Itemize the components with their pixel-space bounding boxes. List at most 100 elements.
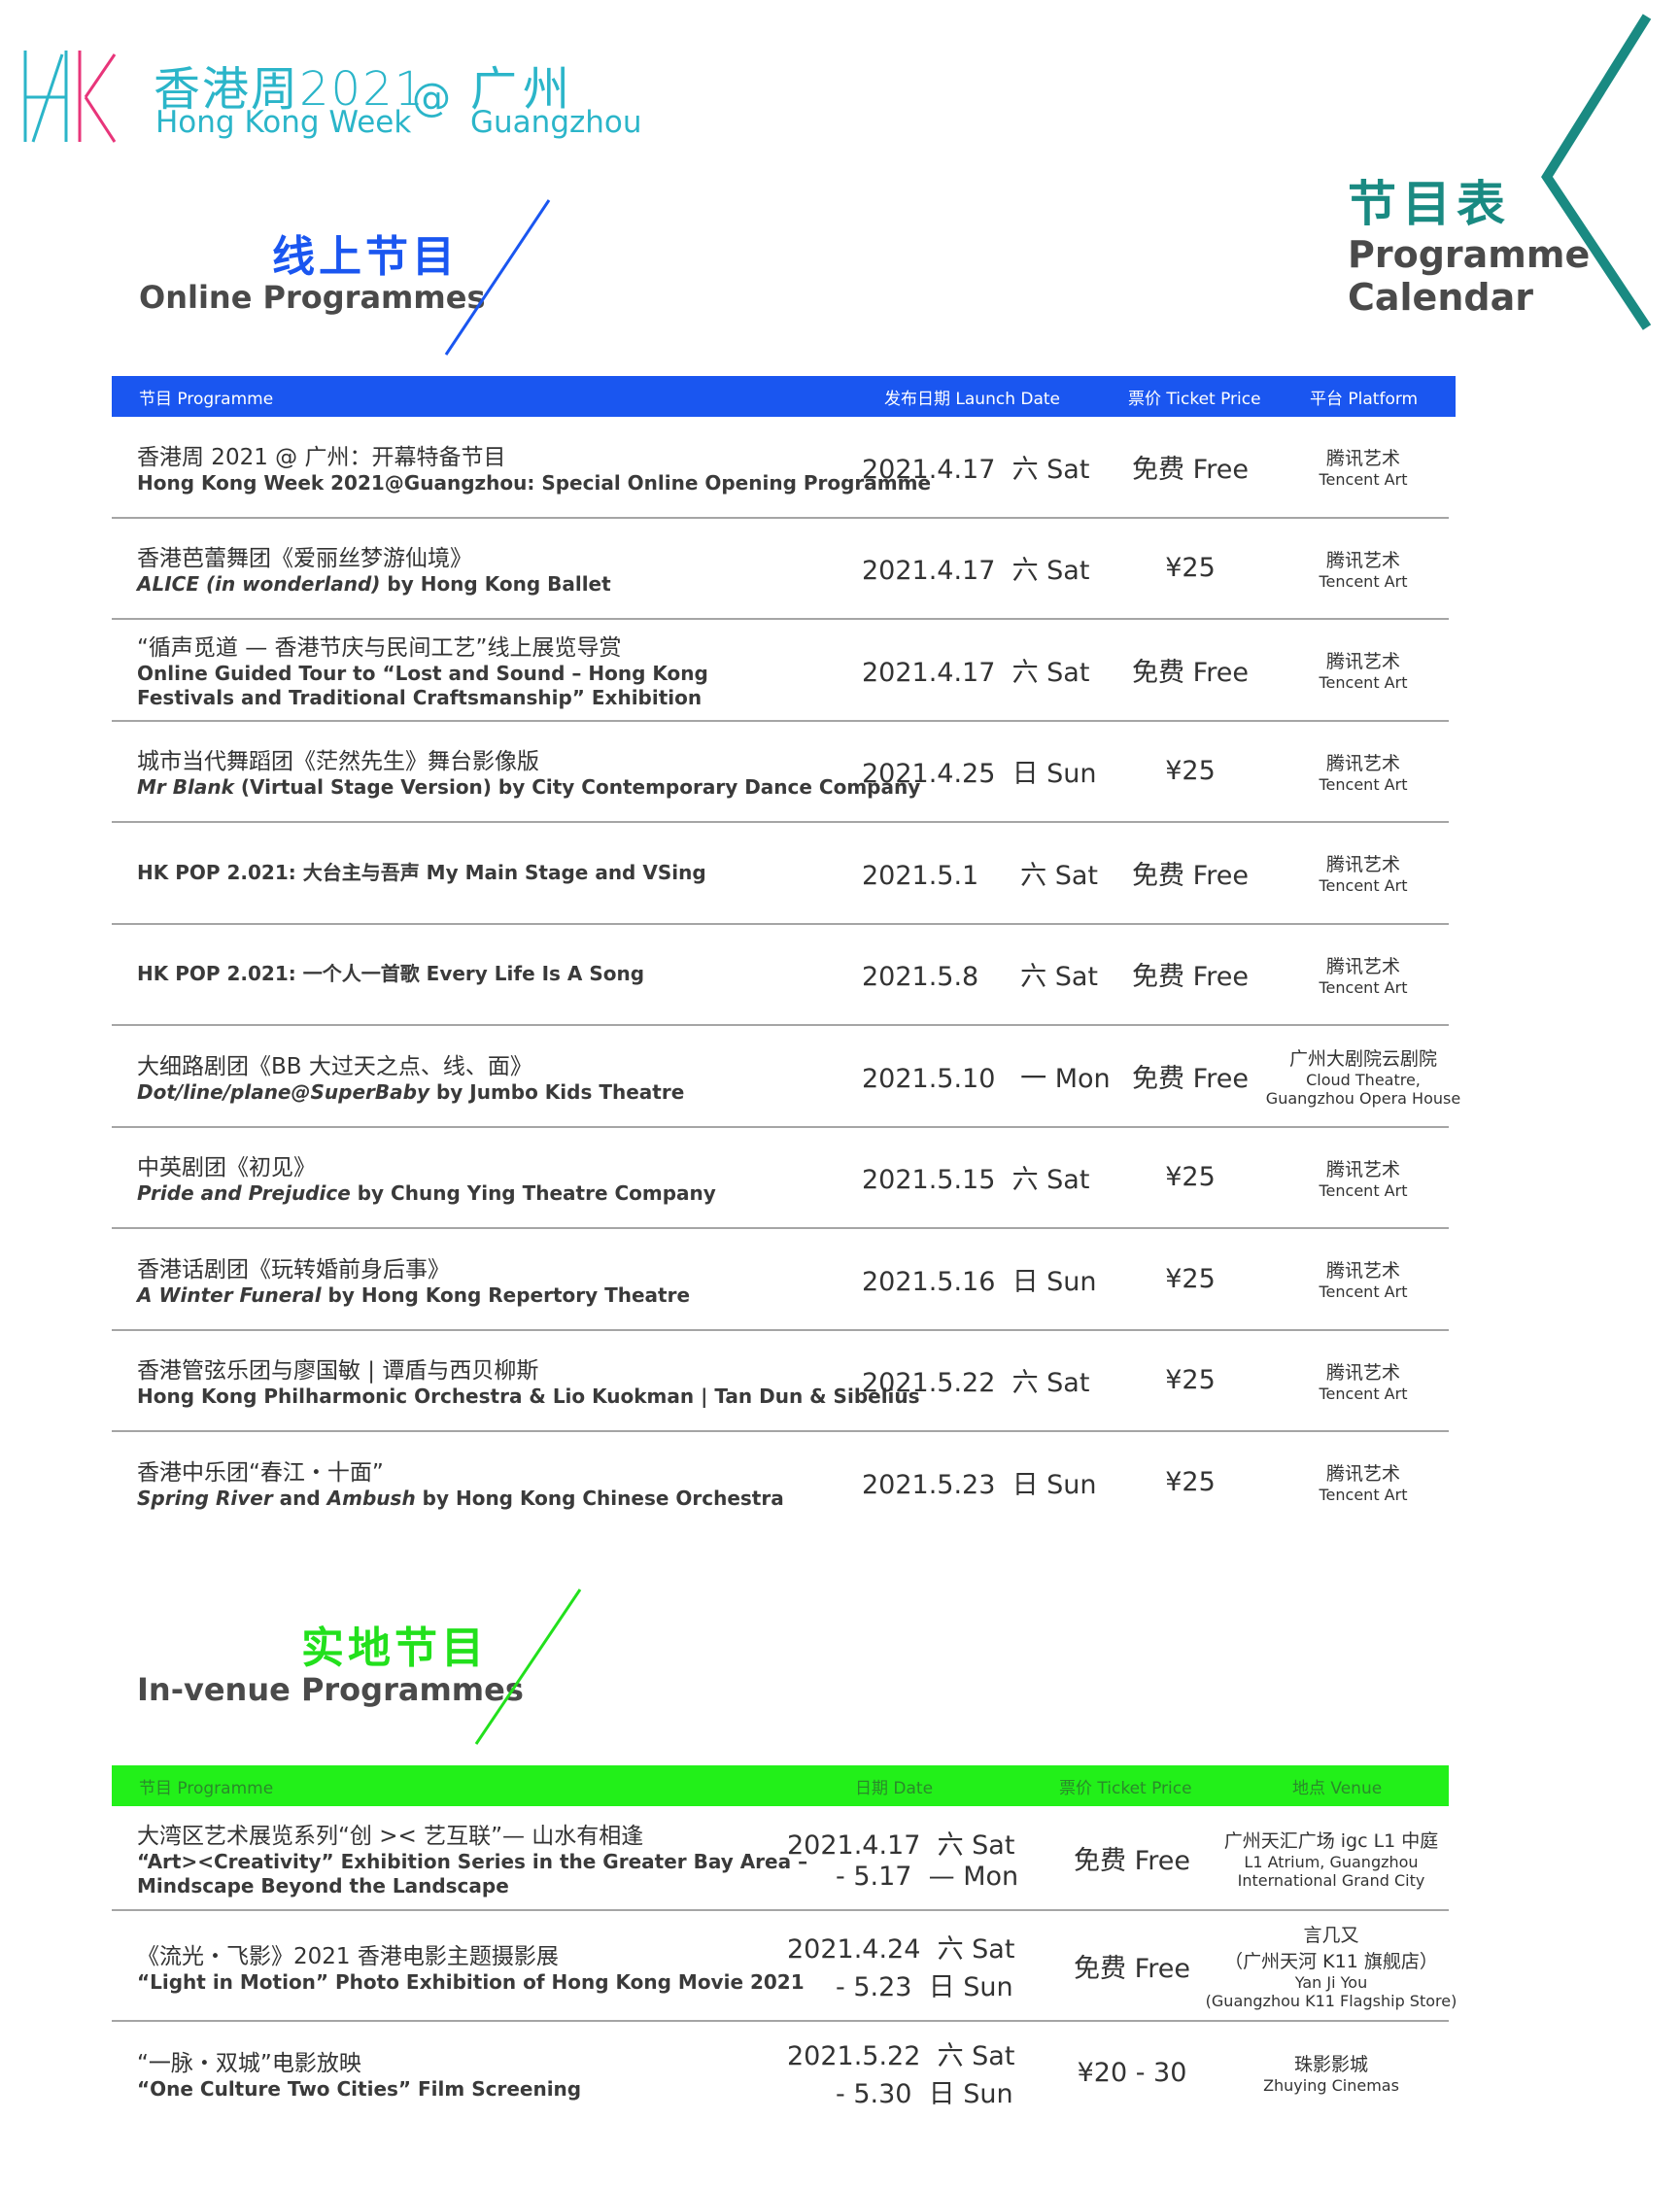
venue-name-line2: Zhuying Cinemas bbox=[1263, 2076, 1399, 2095]
platform-cell: 腾讯艺术 Tencent Art bbox=[1276, 1331, 1451, 1431]
programme-title-en: Online Guided Tour to “Lost and Sound – … bbox=[137, 662, 973, 686]
price-cell: ¥25 bbox=[1093, 1229, 1287, 1329]
platform-cell: 腾讯艺术 Tencent Art bbox=[1276, 925, 1451, 1025]
table-row: HK POP 2.021: 一个人一首歌 Every Life Is A Son… bbox=[112, 925, 1451, 1026]
online-table-header: 节目 Programme 发布日期 Launch Date 票价 Ticket … bbox=[112, 376, 1456, 417]
programme-title-cn: 香港中乐团“春江・十面” bbox=[137, 1459, 384, 1486]
price-cell: 免费 Free bbox=[1035, 1911, 1229, 2020]
programme-title-rest: Hong Kong Week 2021@Guangzhou: Special O… bbox=[137, 470, 932, 495]
date-cell: 2021.4.17 六 Sat - 5.17 — Mon bbox=[787, 1806, 1020, 1909]
header-ticket-price: 票价 Ticket Price bbox=[1128, 389, 1261, 409]
platform-name-cn: 腾讯艺术 bbox=[1325, 448, 1400, 470]
venue-cell: 珠影影城 Zhuying Cinemas bbox=[1210, 2022, 1453, 2123]
brand-title-en: Hong Kong Week bbox=[155, 105, 412, 140]
ticket-price: 免费 Free bbox=[1132, 1063, 1249, 1094]
price-cell: 免费 Free bbox=[1093, 925, 1287, 1025]
launch-date: 2021.5.22 六 Sat bbox=[862, 1368, 1090, 1399]
table-row: 城市当代舞蹈团《茫然先生》舞台影像版 Mr Blank (Virtual Stag… bbox=[112, 722, 1451, 823]
programme-title-rest: HK POP 2.021: 一个人一首歌 Every Life Is A Son… bbox=[137, 962, 645, 986]
date-cell: 2021.5.22 六 Sat - 5.30 日 Sun bbox=[787, 2022, 1020, 2123]
online-section-title-cn: 线上节目 bbox=[272, 232, 459, 282]
date-end: - 5.30 日 Sun bbox=[836, 2079, 1013, 2109]
programme-title-cn: 城市当代舞蹈团《茫然先生》舞台影像版 bbox=[137, 749, 539, 775]
ticket-price: 免费 Free bbox=[1132, 860, 1249, 891]
header-programme: 节目 Programme bbox=[139, 1778, 274, 1798]
programme-title-italic: Dot/line/plane@SuperBaby bbox=[137, 1079, 429, 1104]
date-cell: 2021.5.22 六 Sat bbox=[862, 1331, 1095, 1431]
platform-cell: 腾讯艺术 Tencent Art bbox=[1276, 722, 1451, 822]
venue-slash-divider bbox=[474, 1589, 582, 1745]
date-cell: 2021.5.15 六 Sat bbox=[862, 1128, 1095, 1228]
programme-title-en: Mr Blank (Virtual Stage Version) by City… bbox=[137, 775, 973, 800]
date-cell: 2021.5.10 一 Mon bbox=[862, 1026, 1111, 1126]
programme-title-cn: “循声觅道 — 香港节庆与民间工艺”线上展览导赏 bbox=[137, 635, 622, 662]
date-cell: 2021.4.17 六 Sat bbox=[862, 620, 1095, 720]
platform-name-en: Tencent Art bbox=[1319, 1486, 1408, 1505]
programme-title-en: HK POP 2.021: 大台主与吾声 My Main Stage and V… bbox=[137, 861, 973, 885]
programme-cell: 香港话剧团《玩转婚前身后事》 A Winter Funeral by Hong K… bbox=[137, 1229, 973, 1329]
programme-title-cn: 香港芭蕾舞团《爱丽丝梦游仙境》 bbox=[137, 546, 472, 572]
platform-name-en: Tencent Art bbox=[1319, 774, 1408, 794]
programme-title-cn: “一脉・双城”电影放映 bbox=[137, 2050, 361, 2076]
platform-cell: 腾讯艺术 Tencent Art bbox=[1276, 1229, 1451, 1329]
platform-name-en: Tencent Art bbox=[1319, 673, 1408, 693]
ticket-price: ¥25 bbox=[1165, 1263, 1216, 1294]
price-cell: ¥25 bbox=[1093, 1331, 1287, 1431]
price-cell: ¥25 bbox=[1093, 519, 1287, 619]
programme-title-rest: HK POP 2.021: 大台主与吾声 My Main Stage and V… bbox=[137, 860, 706, 884]
platform-cell: 腾讯艺术 Tencent Art bbox=[1276, 417, 1451, 517]
programme-title-cn: 大湾区艺术展览系列“创 >< 艺互联”— 山水有相逢 bbox=[137, 1824, 644, 1849]
header-programme: 节目 Programme bbox=[139, 389, 274, 409]
header-ticket-price: 票价 Ticket Price bbox=[1059, 1778, 1192, 1798]
platform-name-en-line2: Guangzhou Opera House bbox=[1265, 1088, 1461, 1108]
programme-title-italic: Mr Blank bbox=[137, 775, 234, 800]
launch-date: 2021.4.17 六 Sat bbox=[862, 657, 1090, 688]
date-cell: 2021.5.16 日 Sun bbox=[862, 1229, 1097, 1329]
table-row: “一脉・双城”电影放映 “One Culture Two Cities” Film… bbox=[112, 2022, 1449, 2123]
programme-title-en: Spring River and Ambush by Hong Kong Chi… bbox=[137, 1487, 973, 1511]
programme-title-italic: ALICE (in wonderland) bbox=[137, 572, 381, 597]
venue-name-line2: L1 Atrium, Guangzhou bbox=[1244, 1852, 1419, 1871]
programme-cell: “一脉・双城”电影放映 “One Culture Two Cities” Film… bbox=[137, 2022, 875, 2123]
programme-title-cn: 《流光・飞影》2021 香港电影主题摄影展 bbox=[137, 1943, 559, 1969]
platform-name-en: Tencent Art bbox=[1319, 1180, 1408, 1200]
programme-cell: “循声觅道 — 香港节庆与民间工艺”线上展览导赏 Online Guided To… bbox=[137, 620, 973, 720]
venue-name-line3: Yan Ji You bbox=[1294, 1973, 1368, 1992]
programme-cell: 香港中乐团“春江・十面” Spring River and Ambush by H… bbox=[137, 1432, 973, 1532]
launch-date: 2021.4.17 六 Sat bbox=[862, 556, 1090, 587]
platform-cell: 腾讯艺术 Tencent Art bbox=[1276, 1432, 1451, 1532]
programme-title-en: “Light in Motion” Photo Exhibition of Ho… bbox=[137, 1969, 805, 1994]
brand-at-sign: @ bbox=[412, 76, 451, 120]
venue-section-title-en: In-venue Programmes bbox=[137, 1671, 524, 1708]
launch-date: 2021.4.25 日 Sun bbox=[862, 759, 1097, 790]
table-row: 大细路剧团《BB 大过天之点、线、面》 Dot/line/plane@SuperB… bbox=[112, 1026, 1460, 1128]
platform-name-cn: 腾讯艺术 bbox=[1325, 651, 1400, 673]
programme-cell: 中英剧团《初见》 Pride and Prejudice by Chung Yin… bbox=[137, 1128, 973, 1228]
header-date: 日期 Date bbox=[855, 1778, 934, 1798]
header-venue: 地点 Venue bbox=[1292, 1778, 1383, 1798]
ticket-price: 免费 Free bbox=[1132, 454, 1249, 485]
venue-name-cn: 珠影影城 bbox=[1293, 2054, 1368, 2075]
ticket-price: 免费 Free bbox=[1074, 1953, 1190, 1984]
ticket-price: 免费 Free bbox=[1132, 962, 1249, 993]
price-cell: ¥20 - 30 bbox=[1035, 2022, 1229, 2123]
ticket-price: 免费 Free bbox=[1132, 657, 1249, 688]
venue-name-cn: 言几又 bbox=[1303, 1925, 1359, 1946]
programme-title-en: Dot/line/plane@SuperBaby by Jumbo Kids T… bbox=[137, 1080, 973, 1105]
launch-date: 2021.5.8 六 Sat bbox=[862, 962, 1098, 993]
programme-title-rest: by Hong Kong Chinese Orchestra bbox=[415, 1486, 784, 1510]
programme-cell: 大湾区艺术展览系列“创 >< 艺互联”— 山水有相逢 “Art><Creativi… bbox=[137, 1806, 875, 1909]
launch-date: 2021.5.1 六 Sat bbox=[862, 860, 1098, 891]
platform-name-cn: 广州大剧院云剧院 bbox=[1288, 1047, 1437, 1070]
programme-cell: HK POP 2.021: 大台主与吾声 My Main Stage and V… bbox=[137, 823, 973, 923]
table-row: 香港周 2021 @ 广州：开幕特备节目 Hong Kong Week 2021@… bbox=[112, 417, 1449, 519]
price-cell: ¥25 bbox=[1093, 1128, 1287, 1228]
programme-title-cn: 香港话剧团《玩转婚前身后事》 bbox=[137, 1256, 450, 1282]
programme-title-cn: 中英剧团《初见》 bbox=[137, 1155, 316, 1181]
price-cell: ¥25 bbox=[1093, 722, 1287, 822]
table-row: 香港管弦乐团与廖国敏 | 谭盾与西贝柳斯 Hong Kong Philharmon… bbox=[112, 1331, 1451, 1432]
launch-date: 2021.5.15 六 Sat bbox=[862, 1165, 1090, 1196]
price-cell: 免费 Free bbox=[1093, 417, 1287, 517]
ticket-price: ¥25 bbox=[1165, 1162, 1216, 1193]
programme-title-italic: Pride and Prejudice bbox=[137, 1181, 351, 1206]
